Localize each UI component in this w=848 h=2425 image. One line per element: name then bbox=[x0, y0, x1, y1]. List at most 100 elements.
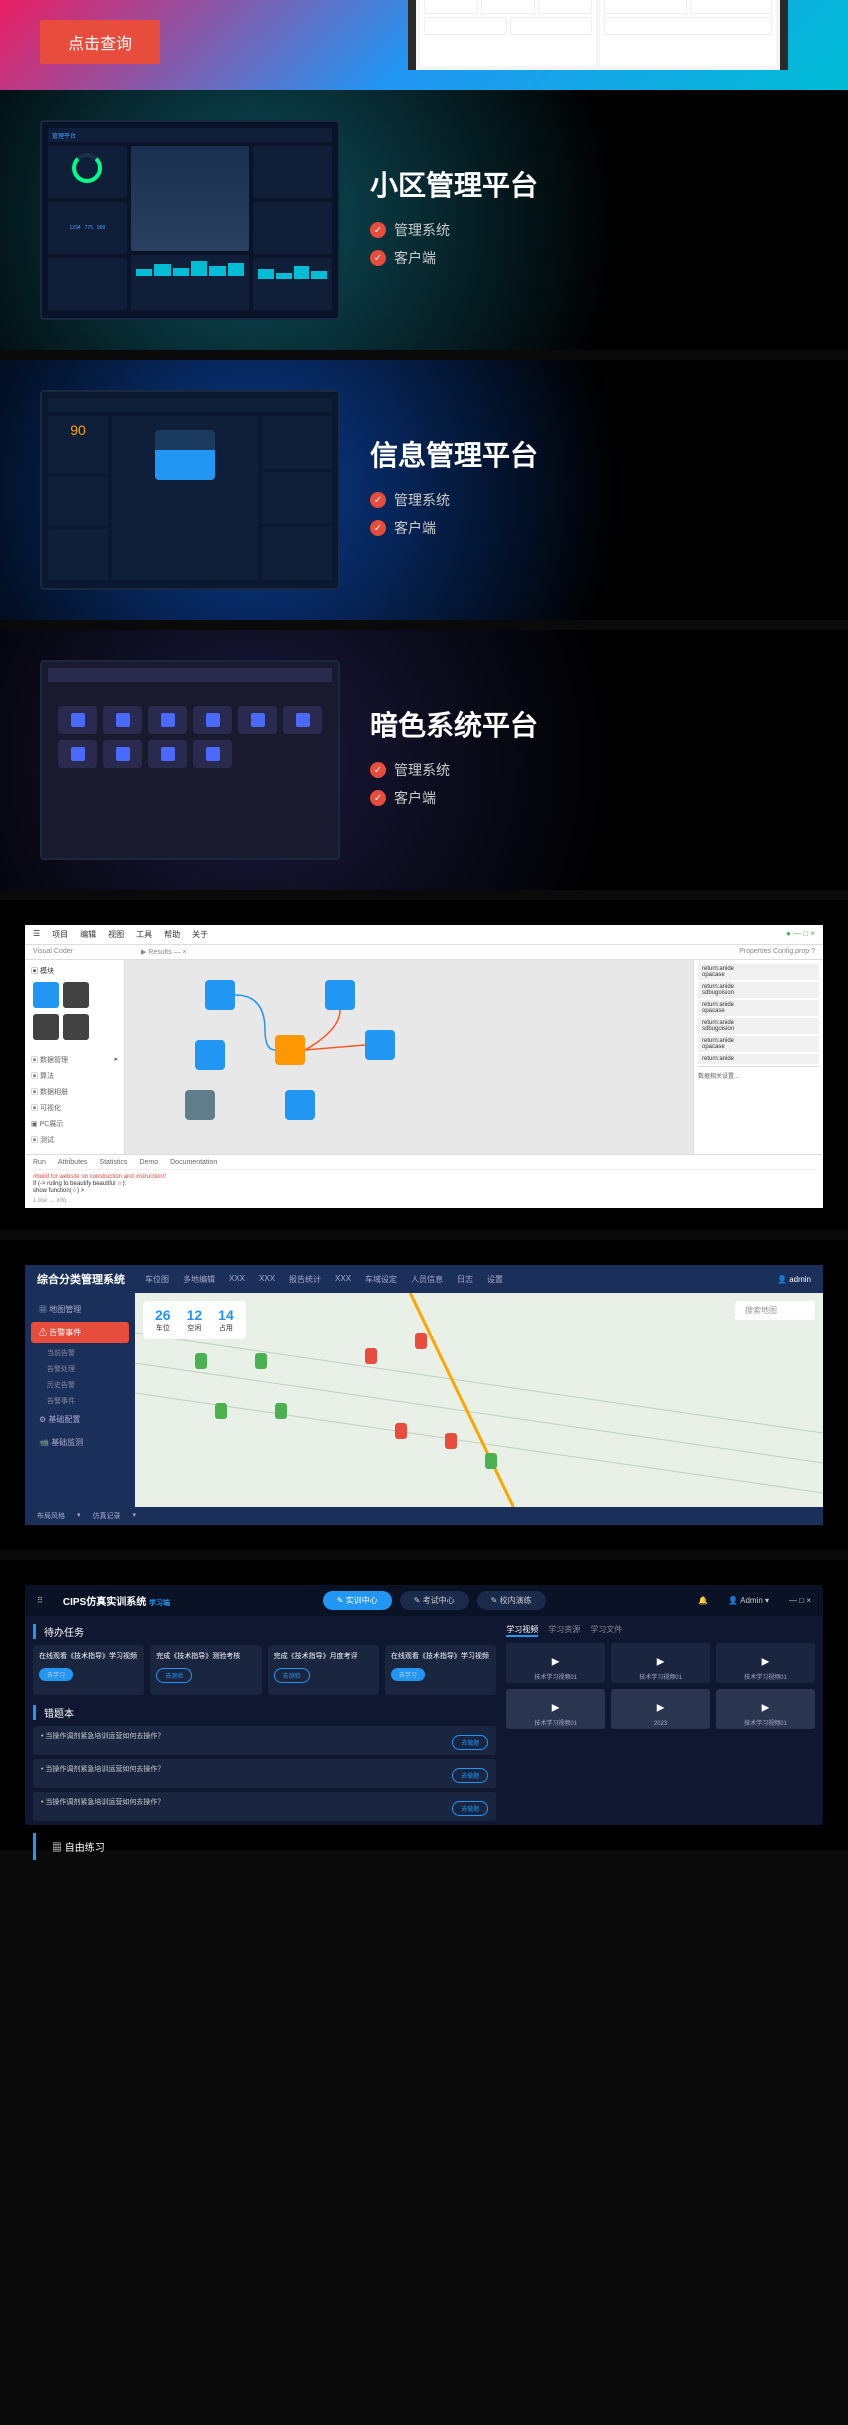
section-title: ▦ 自由练习 bbox=[33, 1833, 823, 1860]
node-palette-item[interactable] bbox=[33, 982, 59, 1008]
nav-item[interactable]: 车位图 bbox=[145, 1274, 169, 1285]
sidebar: ▦ 地图管理 ⚠ 告警事件 当前告警 告警处理 历史告警 告警事件 ⚙ 基础配置… bbox=[25, 1293, 135, 1507]
task-card[interactable]: 在线观看《技术指导》学习视频去学习 bbox=[33, 1645, 144, 1695]
user-badge[interactable]: 👤 Admin ▾ bbox=[728, 1596, 769, 1605]
map-marker[interactable] bbox=[255, 1353, 267, 1369]
user-badge[interactable]: 👤 admin bbox=[777, 1275, 811, 1284]
notification-icon[interactable]: 🔔 bbox=[698, 1596, 708, 1605]
canvas-node[interactable] bbox=[195, 1040, 225, 1070]
action-btn[interactable]: 去学习 bbox=[391, 1668, 425, 1681]
code-output: #build for website on construction and i… bbox=[33, 1170, 815, 1198]
nav-item[interactable]: 设置 bbox=[487, 1274, 503, 1285]
category-item[interactable]: ▣ 可视化 bbox=[31, 1100, 118, 1116]
nav-item[interactable]: 报告统计 bbox=[289, 1274, 321, 1285]
nav-btn-training[interactable]: ✎ 实训中心 bbox=[323, 1591, 392, 1610]
chart-thumb[interactable]: 技术学习视频01 bbox=[716, 1689, 815, 1729]
nav-item[interactable]: 人员信息 bbox=[411, 1274, 443, 1285]
dark-screenshot bbox=[40, 660, 340, 860]
nav-item[interactable]: XXX bbox=[229, 1274, 245, 1285]
map-marker[interactable] bbox=[275, 1403, 287, 1419]
map-marker[interactable] bbox=[415, 1333, 427, 1349]
footer-item[interactable]: 布局风格 bbox=[37, 1511, 65, 1521]
chart-thumb[interactable]: 技术学习视频01 bbox=[506, 1689, 605, 1729]
nav-item[interactable]: 多地编辑 bbox=[183, 1274, 215, 1285]
action-btn[interactable]: 去测验 bbox=[274, 1668, 310, 1683]
menu-item[interactable]: 帮助 bbox=[164, 929, 180, 940]
canvas-node[interactable] bbox=[185, 1090, 215, 1120]
sidebar-sub[interactable]: 告警事件 bbox=[31, 1393, 129, 1409]
window-controls[interactable]: — □ × bbox=[789, 1596, 811, 1605]
sidebar-sub[interactable]: 告警处理 bbox=[31, 1361, 129, 1377]
chart-thumb[interactable]: 2023 bbox=[611, 1689, 710, 1729]
sidebar-item-active[interactable]: ⚠ 告警事件 bbox=[31, 1322, 129, 1343]
task-card[interactable]: 完成《技术指导》月度考评去测验 bbox=[268, 1645, 379, 1695]
map-marker[interactable] bbox=[365, 1348, 377, 1364]
canvas-node[interactable] bbox=[365, 1030, 395, 1060]
bottom-panel: Run Attributes Statistics Demo Documenta… bbox=[25, 1154, 823, 1208]
sidebar-item[interactable]: ▦ 地图管理 bbox=[31, 1299, 129, 1320]
menu-item[interactable]: 工具 bbox=[136, 929, 152, 940]
search-input[interactable]: 搜索地图 bbox=[735, 1301, 815, 1320]
tab[interactable]: Statistics bbox=[99, 1159, 127, 1166]
category-item[interactable]: ▣ 测试 bbox=[31, 1132, 118, 1148]
category-item[interactable]: ▣ 数据管理 ▸ bbox=[31, 1052, 118, 1068]
query-button[interactable]: 点击查询 bbox=[40, 20, 160, 64]
tab[interactable]: Attributes bbox=[58, 1159, 88, 1166]
canvas[interactable] bbox=[125, 960, 693, 1154]
menu-item[interactable]: 视图 bbox=[108, 929, 124, 940]
map-marker[interactable] bbox=[395, 1423, 407, 1439]
video-thumb[interactable]: 技术学习视频01 bbox=[506, 1643, 605, 1683]
nav-item[interactable]: 车域设定 bbox=[365, 1274, 397, 1285]
nav-item[interactable]: 日志 bbox=[457, 1274, 473, 1285]
menu-item[interactable]: 编辑 bbox=[80, 929, 96, 940]
feature-item: ✓管理系统 bbox=[370, 490, 538, 510]
map-marker[interactable] bbox=[195, 1353, 207, 1369]
action-btn[interactable]: 去做题 bbox=[452, 1735, 488, 1750]
node-palette-item[interactable] bbox=[63, 1014, 89, 1040]
canvas-node[interactable] bbox=[205, 980, 235, 1010]
canvas-node[interactable] bbox=[285, 1090, 315, 1120]
category-item[interactable]: ▣ 算法 bbox=[31, 1068, 118, 1084]
map-view[interactable]: 26车位 12空闲 14占用 搜索地图 bbox=[135, 1293, 823, 1507]
menubar[interactable]: ☰ 项目 编辑 视图 工具 帮助 关于 ● — □ × bbox=[25, 925, 823, 945]
task-card[interactable]: 在线观看《技术指导》学习视频去学习 bbox=[385, 1645, 496, 1695]
menu-item[interactable]: 关于 bbox=[192, 929, 208, 940]
error-item[interactable]: • 当操作调剂紧急培训运营如何去操作？去做题 bbox=[33, 1792, 496, 1821]
video-thumb[interactable]: 技术学习视频01 bbox=[716, 1643, 815, 1683]
canvas-node[interactable] bbox=[325, 980, 355, 1010]
video-thumb[interactable]: 技术学习视频01 bbox=[611, 1643, 710, 1683]
tab[interactable]: Run bbox=[33, 1159, 46, 1166]
tab[interactable]: 学习文件 bbox=[590, 1624, 622, 1637]
nav-item[interactable]: XXX bbox=[259, 1274, 275, 1285]
logo: 综合分类管理系统 bbox=[37, 1271, 125, 1287]
action-btn[interactable]: 去做题 bbox=[452, 1768, 488, 1783]
footer-item[interactable]: 仿真记录 bbox=[93, 1511, 121, 1521]
category-item[interactable]: ▣ PC展示 bbox=[31, 1116, 118, 1132]
error-item[interactable]: • 当操作调剂紧急培训运营如何去操作？去做题 bbox=[33, 1726, 496, 1755]
menu-item[interactable]: 项目 bbox=[52, 929, 68, 940]
tab[interactable]: Documentation bbox=[170, 1159, 217, 1166]
category-item[interactable]: ▣ 数据相册 bbox=[31, 1084, 118, 1100]
tab[interactable]: 学习资源 bbox=[548, 1624, 580, 1637]
tab[interactable]: Demo bbox=[139, 1159, 158, 1166]
nav-btn-drill[interactable]: ✎ 校内演练 bbox=[477, 1591, 546, 1610]
nav-btn-exam[interactable]: ✎ 考试中心 bbox=[400, 1591, 469, 1610]
tab[interactable]: 学习视频 bbox=[506, 1624, 538, 1637]
map-marker[interactable] bbox=[215, 1403, 227, 1419]
sidebar-item[interactable]: 📹 基础监测 bbox=[31, 1432, 129, 1453]
sidebar-item[interactable]: ⚙ 基础配置 bbox=[31, 1409, 129, 1430]
map-marker[interactable] bbox=[485, 1453, 497, 1469]
node-palette-item[interactable] bbox=[63, 982, 89, 1008]
map-marker[interactable] bbox=[445, 1433, 457, 1449]
nav-item[interactable]: XXX bbox=[335, 1274, 351, 1285]
sidebar-sub[interactable]: 历史告警 bbox=[31, 1377, 129, 1393]
task-card[interactable]: 完成《技术指导》测验考核去测验 bbox=[150, 1645, 261, 1695]
error-item[interactable]: • 当操作调剂紧急培训运营如何去操作？去做题 bbox=[33, 1759, 496, 1788]
action-btn[interactable]: 去测验 bbox=[156, 1668, 192, 1683]
apps-icon[interactable]: ⠿ bbox=[37, 1596, 43, 1605]
sidebar-sub[interactable]: 当前告警 bbox=[31, 1345, 129, 1361]
action-btn[interactable]: 去学习 bbox=[39, 1668, 73, 1681]
node-palette-item[interactable] bbox=[33, 1014, 59, 1040]
canvas-node[interactable] bbox=[275, 1035, 305, 1065]
action-btn[interactable]: 去做题 bbox=[452, 1801, 488, 1816]
